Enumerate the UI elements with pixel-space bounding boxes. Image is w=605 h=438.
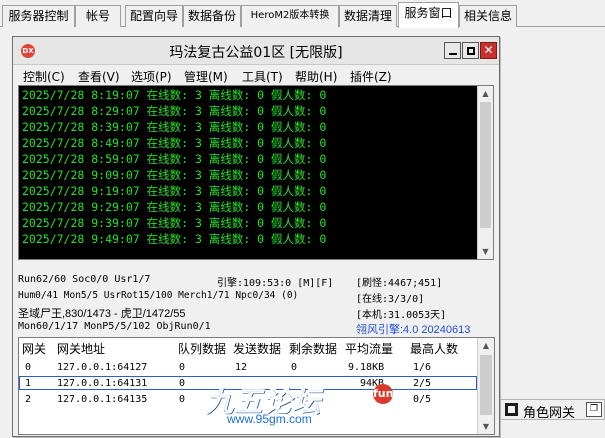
scroll-thumb[interactable]: [480, 355, 492, 415]
scroll-up-icon[interactable]: ▲: [478, 86, 493, 101]
close-icon: ✕: [483, 43, 494, 57]
stat-local-uptime: [本机:31.0053天]: [356, 310, 447, 321]
table-cell: 0: [179, 362, 186, 373]
menu-options[interactable]: 选项(P): [131, 68, 172, 85]
table-cell: 0: [179, 378, 186, 389]
log-line: 2025/7/28 8:19:07 在线数: 3 离线数: 0 假人数: 0: [22, 88, 327, 102]
log-line: 2025/7/28 9:49:07 在线数: 3 离线数: 0 假人数: 0: [22, 232, 327, 246]
stat-engine: 引擎:109:53:0 [M][F]: [217, 278, 334, 289]
scroll-up-icon[interactable]: ▲: [478, 338, 494, 353]
table-cell: 12: [235, 362, 248, 373]
tab-config-wizard[interactable]: 配置向导: [125, 5, 183, 27]
stat-boss-info: 圣域尸王,830/1473 - 虎卫/1472/55: [18, 308, 186, 320]
log-line: 2025/7/28 9:09:07 在线数: 3 离线数: 0 假人数: 0: [22, 168, 327, 182]
column-header[interactable]: 网关地址: [57, 340, 105, 357]
server-window: DX 玛法复古公益01区 [无限版] ✕ 控制(C) 查看(V) 选项(P) 管…: [12, 36, 500, 437]
stat-refresh-monsters: [刷怪:4467;451]: [356, 278, 443, 289]
restore-icon[interactable]: ❐: [586, 402, 602, 417]
table-cell: 1: [25, 378, 32, 389]
tab-data-cleanup[interactable]: 数据清理: [339, 5, 397, 27]
column-header[interactable]: 网关: [22, 340, 46, 357]
watermark-url: www.95gm.com: [227, 412, 312, 426]
table-cell: 0: [25, 362, 32, 373]
scroll-thumb[interactable]: [480, 102, 491, 228]
log-line: 2025/7/28 9:19:07 在线数: 3 离线数: 0 假人数: 0: [22, 184, 327, 198]
stat-hum-mon-npc: Hum0/41 Mon5/5 UsrRot15/100 Merch1/71 Np…: [18, 290, 299, 301]
table-cell: 127.0.0.1:64127: [57, 362, 148, 373]
table-cell: 127.0.0.1:64131: [57, 378, 148, 389]
table-cell: 1/6: [413, 362, 432, 373]
tab-server-control[interactable]: 服务器控制: [2, 5, 75, 27]
menu-bar: 控制(C) 查看(V) 选项(P) 管理(M) 工具(T) 帮助(H) 插件(Z…: [13, 65, 499, 85]
log-line: 2025/7/28 9:29:07 在线数: 3 离线数: 0 假人数: 0: [22, 200, 327, 214]
window-titlebar[interactable]: DX 玛法复古公益01区 [无限版] ✕: [13, 37, 499, 65]
watermark-logo: 九五论坛 fun www.95gm.com: [204, 380, 393, 426]
role-gateway-dock[interactable]: 角色网关 ❐: [500, 399, 605, 421]
tab-related-info[interactable]: 相关信息: [459, 5, 517, 27]
menu-tools[interactable]: 工具(T): [242, 68, 283, 85]
column-header[interactable]: 平均流量: [345, 340, 393, 357]
minimize-button[interactable]: [444, 42, 461, 59]
column-header[interactable]: 最高人数: [410, 340, 458, 357]
menu-plugins[interactable]: 插件(Z): [350, 68, 392, 85]
menu-manage[interactable]: 管理(M): [184, 68, 228, 85]
tab-data-backup[interactable]: 数据备份: [183, 5, 241, 27]
console-scrollbar[interactable]: ▲ ▼: [477, 86, 493, 259]
table-cell: 2: [25, 394, 32, 405]
role-gateway-label: 角色网关: [523, 406, 576, 421]
menu-help[interactable]: 帮助(H): [295, 68, 337, 85]
table-scrollbar[interactable]: ▲ ▼: [477, 338, 494, 434]
scroll-down-icon[interactable]: ▼: [478, 244, 493, 259]
close-button[interactable]: ✕: [480, 42, 497, 59]
window-icon: [505, 403, 518, 416]
log-line: 2025/7/28 9:39:07 在线数: 3 离线数: 0 假人数: 0: [22, 216, 327, 230]
watermark-badge: fun: [373, 384, 393, 404]
menu-view[interactable]: 查看(V): [78, 68, 120, 85]
table-cell: 0: [179, 394, 186, 405]
column-header[interactable]: 发送数据: [233, 340, 281, 357]
table-cell: 0/5: [413, 394, 432, 405]
minimize-icon: [449, 53, 457, 55]
stat-mon-obj: Mon60/1/17 MonP5/5/102 ObjRun0/1: [18, 321, 211, 332]
tab-service-window[interactable]: 服务窗口: [398, 2, 459, 28]
table-cell: 2/5: [413, 378, 432, 389]
log-console[interactable]: 2025/7/28 8:19:07 在线数: 3 离线数: 0 假人数: 0 2…: [18, 85, 494, 260]
column-header[interactable]: 队列数据: [178, 340, 226, 357]
stat-online: [在线:3/3/0]: [356, 294, 425, 305]
log-line: 2025/7/28 8:59:07 在线数: 3 离线数: 0 假人数: 0: [22, 152, 327, 166]
tab-herom2-convert[interactable]: HeroM2版本转换: [241, 5, 339, 27]
table-cell: 0: [291, 362, 298, 373]
table-cell: 127.0.0.1:64135: [57, 394, 148, 405]
log-line: 2025/7/28 8:29:07 在线数: 3 离线数: 0 假人数: 0: [22, 104, 327, 118]
scroll-down-icon[interactable]: ▼: [478, 419, 494, 434]
outer-tab-strip: 服务器控制 帐号 配置向导 数据备份 HeroM2版本转换 数据清理 服务窗口 …: [0, 0, 605, 28]
log-line: 2025/7/28 8:49:07 在线数: 3 离线数: 0 假人数: 0: [22, 136, 327, 150]
tab-account[interactable]: 帐号: [75, 5, 121, 27]
window-title: 玛法复古公益01区 [无限版]: [169, 45, 343, 61]
column-header[interactable]: 剩余数据: [289, 340, 337, 357]
menu-control[interactable]: 控制(C): [23, 68, 65, 85]
stat-run-soc-usr: Run62/60 Soc0/0 Usr1/7: [18, 274, 151, 285]
maximize-icon: [467, 47, 475, 55]
log-line: 2025/7/28 8:39:07 在线数: 3 离线数: 0 假人数: 0: [22, 120, 327, 134]
maximize-button[interactable]: [462, 42, 479, 59]
engine-version: 翎风引擎:4.0 20240613: [356, 324, 471, 336]
table-cell: 9.18KB: [348, 362, 385, 373]
